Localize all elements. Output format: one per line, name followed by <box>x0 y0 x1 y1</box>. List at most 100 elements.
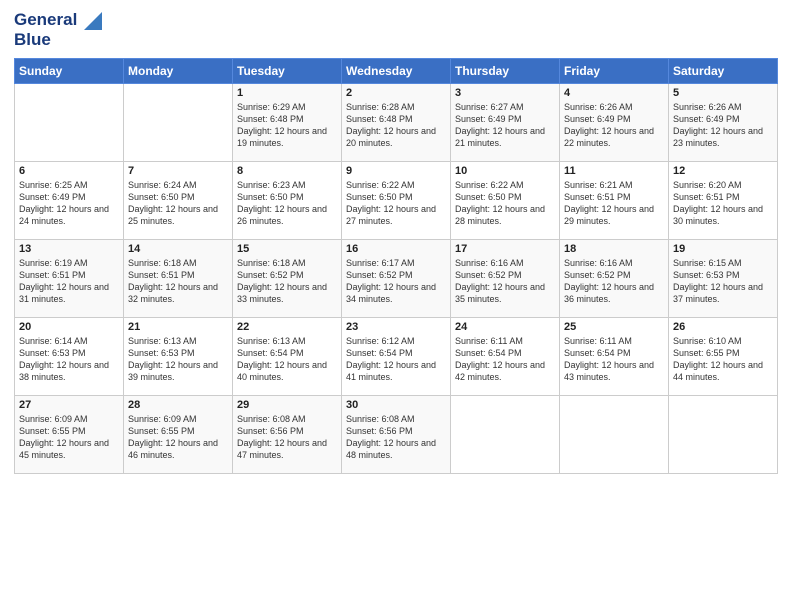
logo-line2: Blue <box>14 30 102 50</box>
calendar-cell[interactable]: 12 Sunrise: 6:20 AM Sunset: 6:51 PM Dayl… <box>669 161 778 239</box>
day-number: 28 <box>128 399 228 411</box>
day-info: Sunrise: 6:18 AM Sunset: 6:52 PM Dayligh… <box>237 257 337 306</box>
day-info: Sunrise: 6:09 AM Sunset: 6:55 PM Dayligh… <box>19 413 119 462</box>
calendar-cell[interactable]: 15 Sunrise: 6:18 AM Sunset: 6:52 PM Dayl… <box>233 239 342 317</box>
weekday-header-wednesday: Wednesday <box>342 58 451 83</box>
weekday-header-monday: Monday <box>124 58 233 83</box>
day-info: Sunrise: 6:08 AM Sunset: 6:56 PM Dayligh… <box>237 413 337 462</box>
day-info: Sunrise: 6:28 AM Sunset: 6:48 PM Dayligh… <box>346 101 446 150</box>
week-row-4: 20 Sunrise: 6:14 AM Sunset: 6:53 PM Dayl… <box>15 317 778 395</box>
day-number: 25 <box>564 321 664 333</box>
day-number: 30 <box>346 399 446 411</box>
calendar-cell[interactable]: 21 Sunrise: 6:13 AM Sunset: 6:53 PM Dayl… <box>124 317 233 395</box>
day-number: 3 <box>455 87 555 99</box>
logo-text: General Blue <box>14 10 102 50</box>
calendar-cell[interactable] <box>669 395 778 473</box>
day-number: 4 <box>564 87 664 99</box>
calendar-body: 1 Sunrise: 6:29 AM Sunset: 6:48 PM Dayli… <box>15 83 778 473</box>
calendar-cell[interactable]: 13 Sunrise: 6:19 AM Sunset: 6:51 PM Dayl… <box>15 239 124 317</box>
day-info: Sunrise: 6:23 AM Sunset: 6:50 PM Dayligh… <box>237 179 337 228</box>
day-number: 12 <box>673 165 773 177</box>
day-info: Sunrise: 6:25 AM Sunset: 6:49 PM Dayligh… <box>19 179 119 228</box>
calendar-cell[interactable]: 16 Sunrise: 6:17 AM Sunset: 6:52 PM Dayl… <box>342 239 451 317</box>
week-row-3: 13 Sunrise: 6:19 AM Sunset: 6:51 PM Dayl… <box>15 239 778 317</box>
calendar-cell[interactable]: 30 Sunrise: 6:08 AM Sunset: 6:56 PM Dayl… <box>342 395 451 473</box>
day-number: 24 <box>455 321 555 333</box>
day-number: 26 <box>673 321 773 333</box>
week-row-5: 27 Sunrise: 6:09 AM Sunset: 6:55 PM Dayl… <box>15 395 778 473</box>
calendar-cell[interactable] <box>560 395 669 473</box>
day-info: Sunrise: 6:22 AM Sunset: 6:50 PM Dayligh… <box>346 179 446 228</box>
day-number: 7 <box>128 165 228 177</box>
weekday-header-row: SundayMondayTuesdayWednesdayThursdayFrid… <box>15 58 778 83</box>
day-number: 10 <box>455 165 555 177</box>
day-info: Sunrise: 6:19 AM Sunset: 6:51 PM Dayligh… <box>19 257 119 306</box>
day-info: Sunrise: 6:13 AM Sunset: 6:54 PM Dayligh… <box>237 335 337 384</box>
calendar-cell[interactable]: 28 Sunrise: 6:09 AM Sunset: 6:55 PM Dayl… <box>124 395 233 473</box>
calendar-cell[interactable]: 22 Sunrise: 6:13 AM Sunset: 6:54 PM Dayl… <box>233 317 342 395</box>
logo: General Blue <box>14 10 102 50</box>
day-number: 19 <box>673 243 773 255</box>
day-info: Sunrise: 6:22 AM Sunset: 6:50 PM Dayligh… <box>455 179 555 228</box>
calendar-cell[interactable]: 9 Sunrise: 6:22 AM Sunset: 6:50 PM Dayli… <box>342 161 451 239</box>
calendar-cell[interactable]: 20 Sunrise: 6:14 AM Sunset: 6:53 PM Dayl… <box>15 317 124 395</box>
calendar-cell[interactable] <box>15 83 124 161</box>
day-number: 13 <box>19 243 119 255</box>
day-number: 18 <box>564 243 664 255</box>
day-number: 27 <box>19 399 119 411</box>
day-number: 11 <box>564 165 664 177</box>
day-info: Sunrise: 6:18 AM Sunset: 6:51 PM Dayligh… <box>128 257 228 306</box>
day-number: 6 <box>19 165 119 177</box>
calendar-cell[interactable]: 27 Sunrise: 6:09 AM Sunset: 6:55 PM Dayl… <box>15 395 124 473</box>
calendar-cell[interactable]: 24 Sunrise: 6:11 AM Sunset: 6:54 PM Dayl… <box>451 317 560 395</box>
day-number: 22 <box>237 321 337 333</box>
calendar-cell[interactable]: 6 Sunrise: 6:25 AM Sunset: 6:49 PM Dayli… <box>15 161 124 239</box>
day-info: Sunrise: 6:10 AM Sunset: 6:55 PM Dayligh… <box>673 335 773 384</box>
day-number: 15 <box>237 243 337 255</box>
day-number: 8 <box>237 165 337 177</box>
calendar-cell[interactable]: 2 Sunrise: 6:28 AM Sunset: 6:48 PM Dayli… <box>342 83 451 161</box>
calendar-cell[interactable]: 5 Sunrise: 6:26 AM Sunset: 6:49 PM Dayli… <box>669 83 778 161</box>
day-info: Sunrise: 6:29 AM Sunset: 6:48 PM Dayligh… <box>237 101 337 150</box>
calendar-cell[interactable]: 26 Sunrise: 6:10 AM Sunset: 6:55 PM Dayl… <box>669 317 778 395</box>
day-info: Sunrise: 6:24 AM Sunset: 6:50 PM Dayligh… <box>128 179 228 228</box>
day-info: Sunrise: 6:12 AM Sunset: 6:54 PM Dayligh… <box>346 335 446 384</box>
day-number: 17 <box>455 243 555 255</box>
day-info: Sunrise: 6:09 AM Sunset: 6:55 PM Dayligh… <box>128 413 228 462</box>
calendar-cell[interactable]: 4 Sunrise: 6:26 AM Sunset: 6:49 PM Dayli… <box>560 83 669 161</box>
week-row-1: 1 Sunrise: 6:29 AM Sunset: 6:48 PM Dayli… <box>15 83 778 161</box>
day-info: Sunrise: 6:11 AM Sunset: 6:54 PM Dayligh… <box>455 335 555 384</box>
day-number: 21 <box>128 321 228 333</box>
calendar-cell[interactable]: 25 Sunrise: 6:11 AM Sunset: 6:54 PM Dayl… <box>560 317 669 395</box>
calendar-cell[interactable] <box>124 83 233 161</box>
calendar-cell[interactable]: 29 Sunrise: 6:08 AM Sunset: 6:56 PM Dayl… <box>233 395 342 473</box>
calendar-cell[interactable]: 14 Sunrise: 6:18 AM Sunset: 6:51 PM Dayl… <box>124 239 233 317</box>
day-info: Sunrise: 6:14 AM Sunset: 6:53 PM Dayligh… <box>19 335 119 384</box>
day-number: 14 <box>128 243 228 255</box>
weekday-header-sunday: Sunday <box>15 58 124 83</box>
calendar-cell[interactable]: 10 Sunrise: 6:22 AM Sunset: 6:50 PM Dayl… <box>451 161 560 239</box>
day-info: Sunrise: 6:17 AM Sunset: 6:52 PM Dayligh… <box>346 257 446 306</box>
day-info: Sunrise: 6:11 AM Sunset: 6:54 PM Dayligh… <box>564 335 664 384</box>
calendar-cell[interactable]: 3 Sunrise: 6:27 AM Sunset: 6:49 PM Dayli… <box>451 83 560 161</box>
calendar-cell[interactable]: 11 Sunrise: 6:21 AM Sunset: 6:51 PM Dayl… <box>560 161 669 239</box>
calendar-cell[interactable]: 17 Sunrise: 6:16 AM Sunset: 6:52 PM Dayl… <box>451 239 560 317</box>
calendar-cell[interactable]: 19 Sunrise: 6:15 AM Sunset: 6:53 PM Dayl… <box>669 239 778 317</box>
day-info: Sunrise: 6:08 AM Sunset: 6:56 PM Dayligh… <box>346 413 446 462</box>
day-info: Sunrise: 6:16 AM Sunset: 6:52 PM Dayligh… <box>564 257 664 306</box>
page: General Blue SundayMondayTuesdayWednesda… <box>0 0 792 612</box>
calendar-cell[interactable]: 7 Sunrise: 6:24 AM Sunset: 6:50 PM Dayli… <box>124 161 233 239</box>
day-info: Sunrise: 6:21 AM Sunset: 6:51 PM Dayligh… <box>564 179 664 228</box>
calendar-cell[interactable]: 1 Sunrise: 6:29 AM Sunset: 6:48 PM Dayli… <box>233 83 342 161</box>
day-info: Sunrise: 6:26 AM Sunset: 6:49 PM Dayligh… <box>673 101 773 150</box>
weekday-header-saturday: Saturday <box>669 58 778 83</box>
calendar-cell[interactable]: 23 Sunrise: 6:12 AM Sunset: 6:54 PM Dayl… <box>342 317 451 395</box>
day-info: Sunrise: 6:26 AM Sunset: 6:49 PM Dayligh… <box>564 101 664 150</box>
calendar-cell[interactable] <box>451 395 560 473</box>
day-number: 5 <box>673 87 773 99</box>
calendar-header: SundayMondayTuesdayWednesdayThursdayFrid… <box>15 58 778 83</box>
calendar-cell[interactable]: 8 Sunrise: 6:23 AM Sunset: 6:50 PM Dayli… <box>233 161 342 239</box>
calendar-cell[interactable]: 18 Sunrise: 6:16 AM Sunset: 6:52 PM Dayl… <box>560 239 669 317</box>
logo-icon <box>84 12 102 30</box>
day-number: 29 <box>237 399 337 411</box>
